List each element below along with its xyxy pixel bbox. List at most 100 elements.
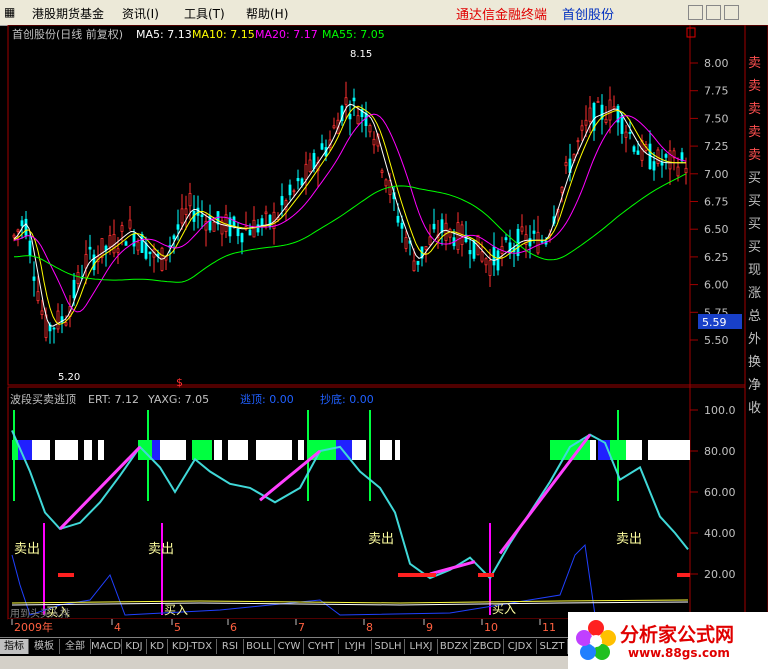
candle-body	[384, 179, 388, 187]
candle-body	[444, 222, 448, 241]
tab-lyjh[interactable]: LYJH	[339, 639, 372, 654]
tab-cjdx[interactable]: CJDX	[504, 639, 537, 654]
price-panel-title: 首创股份(日线 前复权)	[12, 27, 123, 41]
candle-body	[368, 125, 372, 133]
tab-kdj-tdx[interactable]: KDJ-TDX	[168, 639, 217, 654]
tab-cyw[interactable]: CYW	[275, 639, 304, 654]
menu-bar: ▦ 港股期货基金 资讯(I) 工具(T) 帮助(H) 通达信金融终端 首创股份	[0, 0, 768, 26]
menu-app-icon[interactable]: ▦	[4, 5, 15, 19]
candle-body	[300, 178, 304, 186]
candle-body	[304, 163, 308, 180]
tab-lhxj[interactable]: LHXJ	[405, 639, 438, 654]
candle-body	[372, 138, 376, 146]
close-button[interactable]	[724, 5, 739, 20]
candle-body	[236, 228, 240, 237]
stock-name-title: 首创股份	[562, 8, 615, 23]
candle-body	[144, 243, 148, 259]
candle-body	[536, 231, 540, 254]
candle-body	[412, 260, 416, 272]
time-tick-label: 2009年	[14, 620, 53, 634]
signal-block	[352, 440, 366, 460]
candle-body	[12, 234, 16, 238]
current-price-label: 5.59	[702, 316, 727, 329]
signal-block	[256, 440, 292, 460]
tab-模板[interactable]: 模板	[29, 639, 60, 654]
candle-body	[348, 113, 352, 120]
red-marker-bar	[478, 573, 494, 577]
candle-body	[248, 229, 252, 236]
candle-body	[540, 240, 544, 243]
price-tick-label: 6.75	[704, 196, 729, 209]
candle-body	[528, 238, 532, 247]
signal-block	[214, 440, 222, 460]
signal-block	[336, 440, 352, 460]
candle-body	[508, 242, 512, 254]
side-label: 涨	[748, 286, 761, 301]
candle-body	[252, 219, 256, 238]
tab-kdj[interactable]: KDJ	[122, 639, 147, 654]
menu-item-info[interactable]: 资讯(I)	[122, 5, 159, 22]
time-tick-label: 11	[542, 621, 556, 634]
candle-body	[136, 241, 140, 251]
tab-kd[interactable]: KD	[147, 639, 168, 654]
horizontal-scrollbar[interactable]	[0, 656, 600, 669]
candle-body	[404, 237, 408, 249]
tab-rsi[interactable]: RSI	[217, 639, 244, 654]
tab-zbcd[interactable]: ZBCD	[471, 639, 504, 654]
candle-body	[320, 143, 324, 150]
sell-label: 卖出	[14, 542, 40, 557]
tab-cyht[interactable]: CYHT	[304, 639, 339, 654]
candle-body	[292, 190, 296, 193]
site-logo: 分析家公式网 www.88gs.com	[568, 612, 768, 669]
price-panel-frame	[7, 25, 746, 386]
candle-body	[624, 131, 628, 138]
menu-item-tools[interactable]: 工具(T)	[184, 5, 225, 22]
menu-item-hk-futures[interactable]: 港股期货基金	[32, 5, 104, 22]
candle-body	[428, 236, 432, 245]
maximize-button[interactable]	[706, 5, 721, 20]
side-label: 卖	[748, 79, 761, 94]
tab-macd[interactable]: MACD	[91, 639, 122, 654]
gray-caption: 用到头买入排	[10, 607, 70, 620]
candle-body	[560, 186, 564, 193]
flower-logo-icon	[576, 620, 616, 660]
side-label: 卖	[748, 56, 761, 71]
tab-指标[interactable]: 指标	[0, 639, 29, 654]
signal-block	[228, 440, 248, 460]
signal-block	[648, 440, 690, 460]
candle-body	[184, 208, 188, 215]
time-tick-label: 9	[426, 621, 433, 634]
candle-body	[64, 322, 68, 326]
candle-body	[532, 230, 536, 234]
side-label: 收	[748, 401, 761, 416]
side-label: 买	[748, 217, 761, 232]
time-tick-label: 6	[230, 621, 237, 634]
candle-body	[432, 223, 436, 230]
tab-slzt[interactable]: SLZT	[537, 639, 568, 654]
time-tick-label: 10	[484, 621, 498, 634]
menu-item-help[interactable]: 帮助(H)	[246, 5, 288, 22]
candle-body	[564, 162, 568, 167]
candle-body	[504, 237, 508, 241]
candle-body	[488, 260, 492, 276]
signal-block	[380, 440, 392, 460]
candle-body	[76, 272, 80, 284]
candle-body	[40, 310, 44, 315]
tab-sdlh[interactable]: SDLH	[372, 639, 405, 654]
price-tick-label: 5.50	[704, 334, 729, 347]
candle-body	[180, 208, 184, 224]
tab-boll[interactable]: BOLL	[244, 639, 275, 654]
candle-body	[52, 327, 56, 330]
tab-全部[interactable]: 全部	[60, 639, 91, 654]
red-marker-bar	[398, 573, 436, 577]
candle-body	[400, 222, 404, 229]
candle-body	[584, 119, 588, 126]
time-tick-label: 4	[114, 621, 121, 634]
candle-body	[468, 250, 472, 255]
candle-body	[176, 224, 180, 230]
chart-area[interactable]: 卖卖卖卖卖买买买买现涨总外换净收 首创股份(日线 前复权) MA5: 7.13 …	[0, 25, 768, 637]
minimize-button[interactable]	[688, 5, 703, 20]
candle-body	[140, 234, 144, 253]
price-tick-label: 6.25	[704, 251, 729, 264]
tab-bdzx[interactable]: BDZX	[438, 639, 471, 654]
